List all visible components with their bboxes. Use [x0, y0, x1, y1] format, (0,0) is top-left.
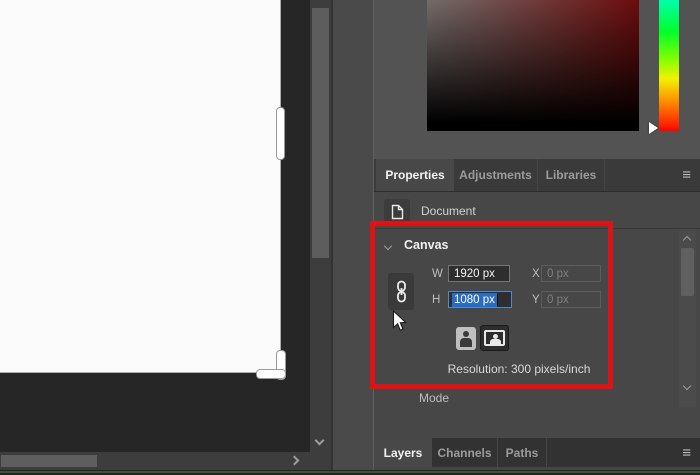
properties-tabbar: Properties Adjustments Libraries ≡	[374, 159, 700, 192]
tab-label: Layers	[383, 445, 423, 460]
tab-layers[interactable]: Layers	[374, 438, 432, 467]
panel-menu-icon[interactable]: ≡	[682, 168, 691, 183]
tab-label: Adjustments	[459, 168, 532, 182]
tab-label: Channels	[437, 445, 492, 460]
document-section-label: Document	[421, 204, 476, 218]
horizontal-scrollbar-thumb[interactable]	[1, 455, 97, 467]
canvas-corner-handle[interactable]	[256, 369, 286, 379]
canvas-side-handle[interactable]	[276, 107, 285, 160]
mode-section-label: Mode	[419, 391, 450, 405]
tab-label: Paths	[505, 445, 539, 460]
bottom-edge-bar	[0, 470, 700, 475]
bottom-green-line	[0, 471, 700, 473]
panel-scrollbar-thumb[interactable]	[681, 248, 694, 296]
saturation-brightness-field[interactable]	[427, 0, 639, 131]
hue-slider[interactable]	[659, 0, 679, 131]
scroll-up-icon[interactable]	[682, 235, 692, 245]
color-picker-panel	[374, 0, 700, 159]
vertical-scrollbar-thumb[interactable]	[312, 8, 329, 258]
hue-slider-handle[interactable]	[649, 122, 658, 134]
annotation-highlight-rectangle	[370, 221, 613, 389]
scroll-down-icon[interactable]	[682, 381, 692, 391]
vertical-scrollbar[interactable]	[310, 0, 331, 452]
panel-scrollbar[interactable]	[679, 231, 696, 407]
tab-properties[interactable]: Properties	[376, 159, 454, 191]
tab-label: Properties	[385, 168, 445, 182]
tab-libraries[interactable]: Libraries	[538, 159, 605, 191]
tab-label: Libraries	[545, 168, 597, 182]
panel-menu-icon[interactable]: ≡	[682, 445, 691, 460]
canvas-viewport	[0, 0, 332, 470]
scroll-right-icon[interactable]	[289, 455, 300, 466]
horizontal-scrollbar[interactable]	[0, 452, 331, 470]
mouse-cursor	[392, 310, 407, 332]
panel-dock-strip	[331, 0, 373, 470]
document-canvas[interactable]	[0, 0, 281, 373]
scroll-down-icon[interactable]	[314, 435, 325, 446]
layers-tabbar: Layers Channels Paths ≡	[374, 438, 700, 467]
tab-channels[interactable]: Channels	[432, 438, 498, 467]
photoshop-workspace: Properties Adjustments Libraries ≡ Docum…	[0, 0, 700, 475]
tab-paths[interactable]: Paths	[498, 438, 547, 467]
tab-adjustments[interactable]: Adjustments	[454, 159, 538, 191]
